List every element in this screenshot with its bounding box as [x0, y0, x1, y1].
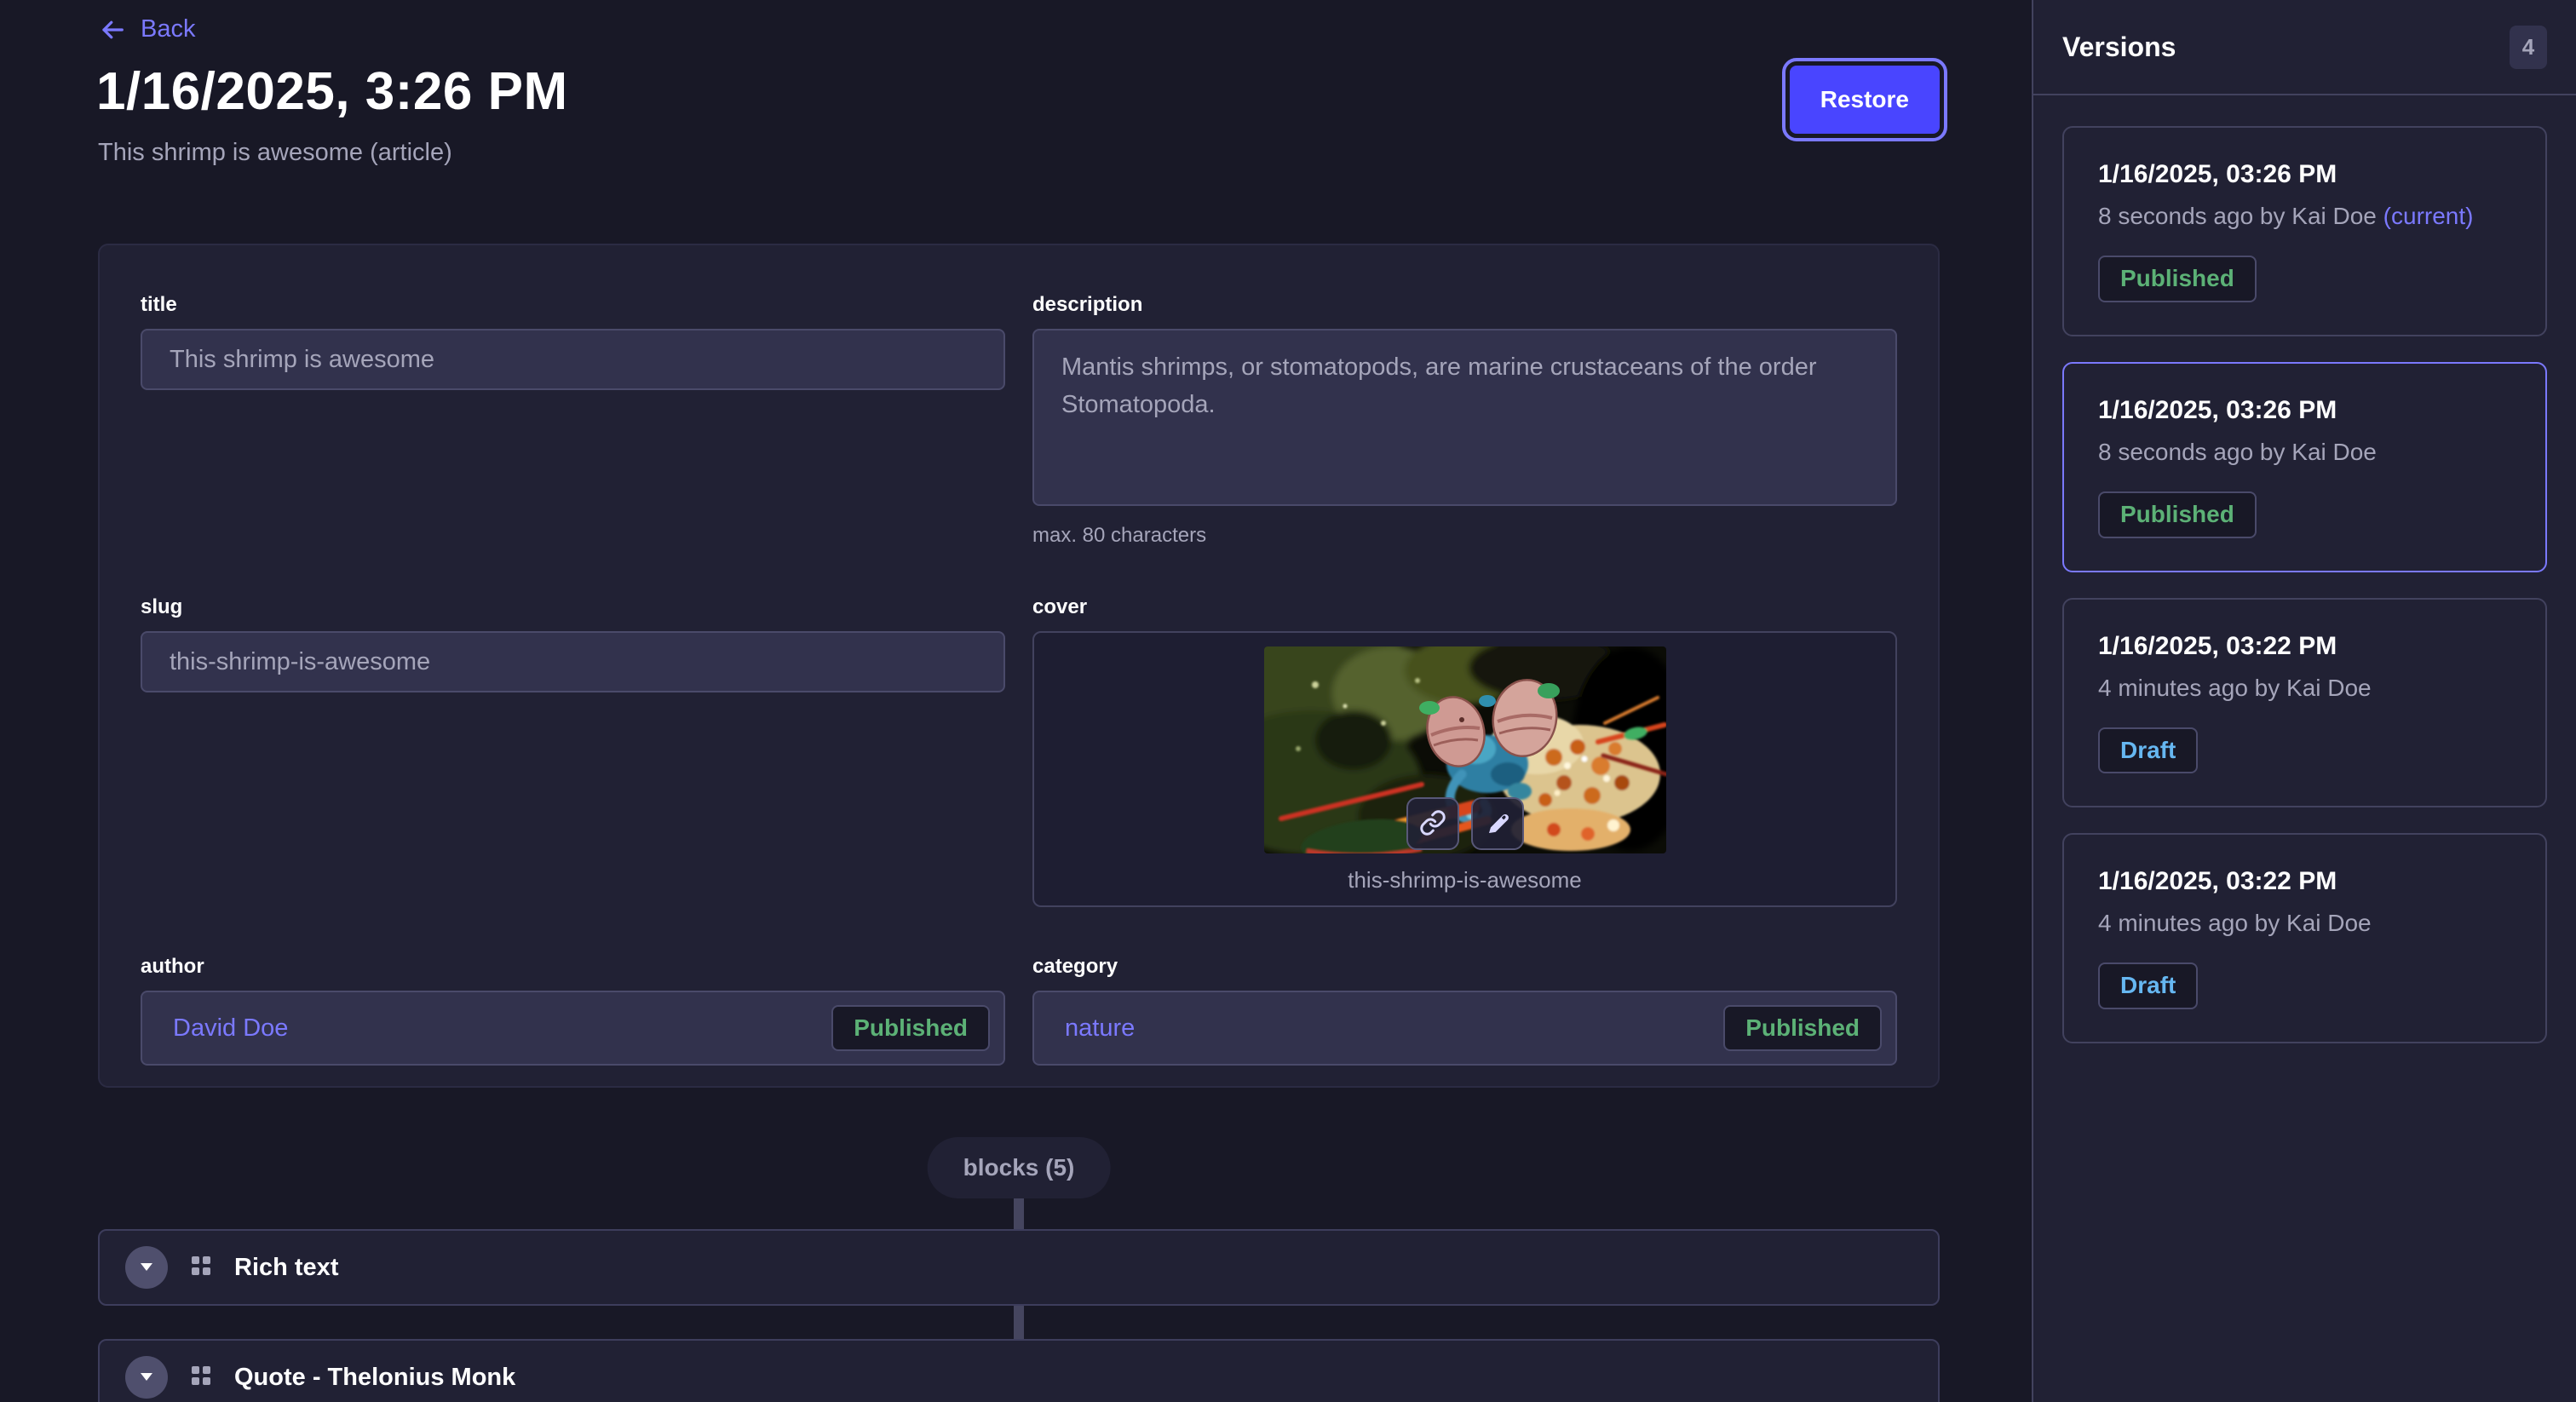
- author-status-badge: Published: [831, 1005, 990, 1052]
- version-status-badge: Published: [2098, 491, 2257, 538]
- collapse-toggle-button[interactable]: [125, 1246, 168, 1289]
- title-field: title: [141, 293, 1005, 548]
- description-hint: max. 80 characters: [1032, 524, 1897, 548]
- author-label: author: [141, 955, 1005, 979]
- version-meta: 8 seconds ago by Kai Doe (current): [2098, 203, 2511, 230]
- page-subtitle: This shrimp is awesome (article): [98, 139, 452, 167]
- version-date: 1/16/2025, 03:26 PM: [2098, 396, 2511, 425]
- back-arrow-icon: [98, 17, 127, 43]
- description-input[interactable]: Mantis shrimps, or stomatopods, are mari…: [1032, 329, 1897, 506]
- version-card[interactable]: 1/16/2025, 03:22 PM 4 minutes ago by Kai…: [2062, 833, 2547, 1043]
- version-date: 1/16/2025, 03:22 PM: [2098, 867, 2511, 896]
- version-meta: 8 seconds ago by Kai Doe: [2098, 439, 2511, 466]
- block-label: Rich text: [234, 1254, 338, 1282]
- cover-label: cover: [1032, 595, 1897, 619]
- author-field: author David Doe Published: [141, 955, 1005, 1066]
- version-card-selected[interactable]: 1/16/2025, 03:26 PM 8 seconds ago by Kai…: [2062, 362, 2547, 572]
- author-relation: David Doe Published: [141, 991, 1005, 1066]
- version-history-page: Back 1/16/2025, 3:26 PM This shrimp is a…: [0, 0, 2576, 1402]
- version-card[interactable]: 1/16/2025, 03:26 PM 8 seconds ago by Kai…: [2062, 126, 2547, 336]
- link-icon: [1419, 809, 1446, 839]
- version-status-badge: Draft: [2098, 962, 2198, 1009]
- back-link[interactable]: Back: [98, 15, 195, 43]
- block-label: Quote - Thelonius Monk: [234, 1364, 515, 1392]
- block-row-rich-text[interactable]: Rich text: [98, 1229, 1940, 1306]
- copy-link-button[interactable]: [1406, 797, 1459, 850]
- title-label: title: [141, 293, 1005, 317]
- pencil-icon: [1484, 809, 1511, 839]
- version-date: 1/16/2025, 03:26 PM: [2098, 160, 2511, 189]
- version-meta-text: 8 seconds ago by Kai Doe: [2098, 439, 2377, 465]
- version-meta-text: 4 minutes ago by Kai Doe: [2098, 675, 2372, 701]
- category-field: category nature Published: [1032, 955, 1897, 1066]
- author-link[interactable]: David Doe: [173, 1014, 288, 1043]
- category-link[interactable]: nature: [1065, 1014, 1135, 1043]
- version-list: 1/16/2025, 03:26 PM 8 seconds ago by Kai…: [2033, 95, 2576, 1074]
- restore-button[interactable]: Restore: [1790, 66, 1940, 134]
- description-field: description Mantis shrimps, or stomatopo…: [1032, 293, 1897, 548]
- cover-media: [1264, 646, 1666, 853]
- version-meta: 4 minutes ago by Kai Doe: [2098, 910, 2511, 937]
- slug-field: slug: [141, 595, 1005, 907]
- versions-title: Versions: [2062, 32, 2176, 63]
- page-title: 1/16/2025, 3:26 PM: [96, 61, 568, 122]
- version-meta-text: 4 minutes ago by Kai Doe: [2098, 910, 2372, 936]
- drag-grid-icon: [190, 1365, 212, 1391]
- version-status-badge: Published: [2098, 256, 2257, 302]
- version-content-panel: title description Mantis shrimps, or sto…: [98, 244, 1940, 1088]
- blocks-connector: [1014, 1198, 1024, 1229]
- drag-grid-icon: [190, 1255, 212, 1281]
- version-current-tag: (current): [2383, 203, 2474, 229]
- version-status-badge: Draft: [2098, 727, 2198, 774]
- chevron-down-icon: [140, 1261, 153, 1274]
- collapse-toggle-button[interactable]: [125, 1356, 168, 1399]
- category-status-badge: Published: [1723, 1005, 1882, 1052]
- blocks-connector: [1014, 1306, 1024, 1339]
- version-meta: 4 minutes ago by Kai Doe: [2098, 675, 2511, 702]
- cover-caption: this-shrimp-is-awesome: [1348, 867, 1582, 893]
- chevron-down-icon: [140, 1371, 153, 1384]
- back-label: Back: [141, 15, 195, 43]
- block-row-quote[interactable]: Quote - Thelonius Monk: [98, 1339, 1940, 1402]
- versions-sidebar: Versions 4 1/16/2025, 03:26 PM 8 seconds…: [2032, 0, 2576, 1402]
- cover-actions: [1406, 797, 1524, 850]
- cover-field: cover: [1032, 595, 1897, 907]
- slug-input[interactable]: [141, 631, 1005, 692]
- edit-asset-button[interactable]: [1471, 797, 1524, 850]
- category-relation: nature Published: [1032, 991, 1897, 1066]
- blocks-count-pill: blocks (5): [928, 1137, 1111, 1198]
- version-date: 1/16/2025, 03:22 PM: [2098, 632, 2511, 661]
- category-label: category: [1032, 955, 1897, 979]
- versions-count-badge: 4: [2510, 26, 2547, 69]
- version-meta-text: 8 seconds ago by Kai Doe: [2098, 203, 2377, 229]
- title-input[interactable]: [141, 329, 1005, 390]
- cover-carousel: this-shrimp-is-awesome: [1032, 631, 1897, 907]
- version-card[interactable]: 1/16/2025, 03:22 PM 4 minutes ago by Kai…: [2062, 598, 2547, 808]
- slug-label: slug: [141, 595, 1005, 619]
- versions-header: Versions 4: [2033, 0, 2576, 95]
- description-label: description: [1032, 293, 1897, 317]
